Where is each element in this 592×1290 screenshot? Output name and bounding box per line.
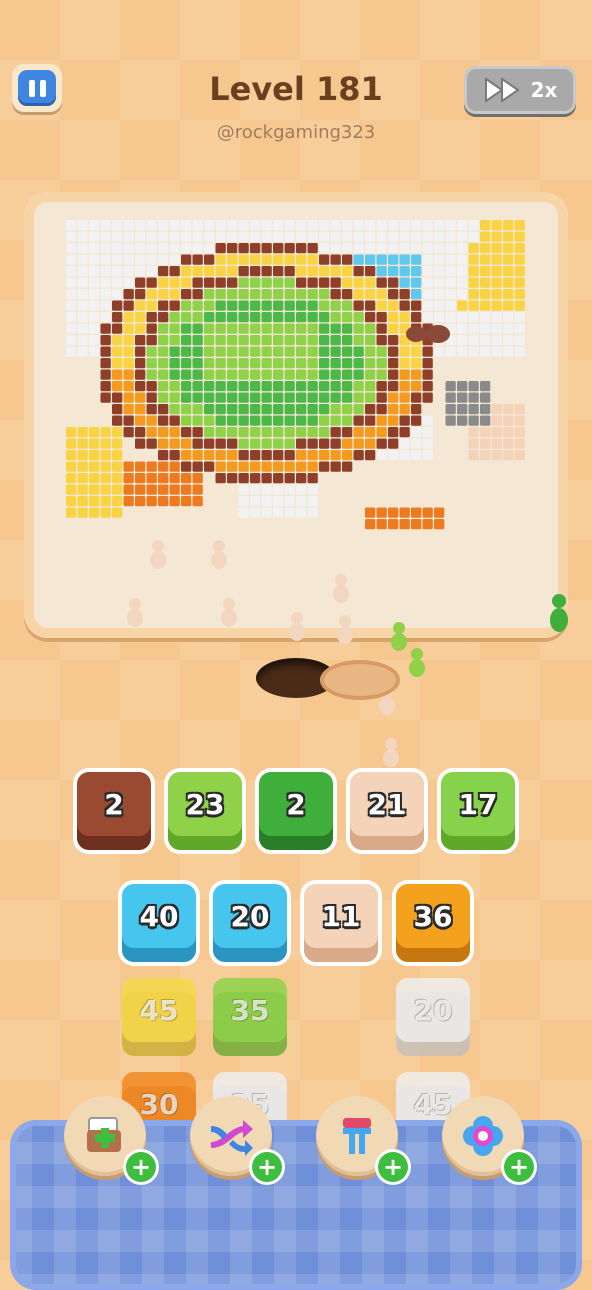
magnet-icon [343,1118,371,1154]
spool-button[interactable]: + [442,1096,534,1182]
tile-count: 40 [122,884,196,948]
pixel-mosaic [66,220,525,530]
ant-icon [211,540,227,569]
tile-count: 2 [259,772,333,836]
tile-count: 45 [122,978,196,1042]
color-tile[interactable]: 2 [259,772,333,850]
shuffle-plus[interactable]: + [252,1152,282,1182]
speed-label: 2x [530,78,558,102]
ant-icon [409,648,425,677]
ant-icon [289,612,305,641]
color-tile[interactable]: 21 [350,772,424,850]
watermark-handle: @rockgaming323 [216,122,376,143]
color-tile[interactable]: 23 [168,772,242,850]
spool-plus[interactable]: + [504,1152,534,1182]
shuffle-arrows-icon [211,1120,253,1156]
ant-icon [337,615,353,644]
fast-forward-icon [484,77,520,103]
color-tile[interactable]: 36 [396,884,470,962]
add-slot-icon [87,1117,121,1152]
color-tile[interactable]: 2 [77,772,151,850]
ant-icon [550,594,568,632]
tile-count: 11 [304,884,378,948]
speed-button[interactable]: 2x [464,66,576,114]
ant-icon [383,738,399,767]
ant-icon [406,325,450,343]
ant-icon [150,540,166,569]
tile-count: 17 [441,772,515,836]
tile-count: 20 [213,884,287,948]
ant-icon [333,574,349,603]
ant-icon [127,598,143,627]
color-tile[interactable]: 35 [213,978,287,1056]
color-tile[interactable]: 11 [304,884,378,962]
color-tile[interactable]: 40 [122,884,196,962]
tile-count: 23 [168,772,242,836]
add-slot-button[interactable]: + [64,1096,156,1182]
hole-lid [320,660,400,700]
magnet-plus[interactable]: + [378,1152,408,1182]
color-tile[interactable]: 20 [396,978,470,1056]
tile-count: 20 [396,978,470,1042]
spool-icon [463,1116,503,1156]
add-slot-plus[interactable]: + [126,1152,156,1182]
ant-icon [221,598,237,627]
tile-count: 35 [213,978,287,1042]
color-tile[interactable]: 17 [441,772,515,850]
magnet-button[interactable]: + [316,1096,408,1182]
tile-count: 21 [350,772,424,836]
tile-count: 2 [77,772,151,836]
color-tile[interactable]: 20 [213,884,287,962]
color-tile[interactable]: 45 [122,978,196,1056]
tile-count: 36 [396,884,470,948]
shuffle-button[interactable]: + [190,1096,282,1182]
